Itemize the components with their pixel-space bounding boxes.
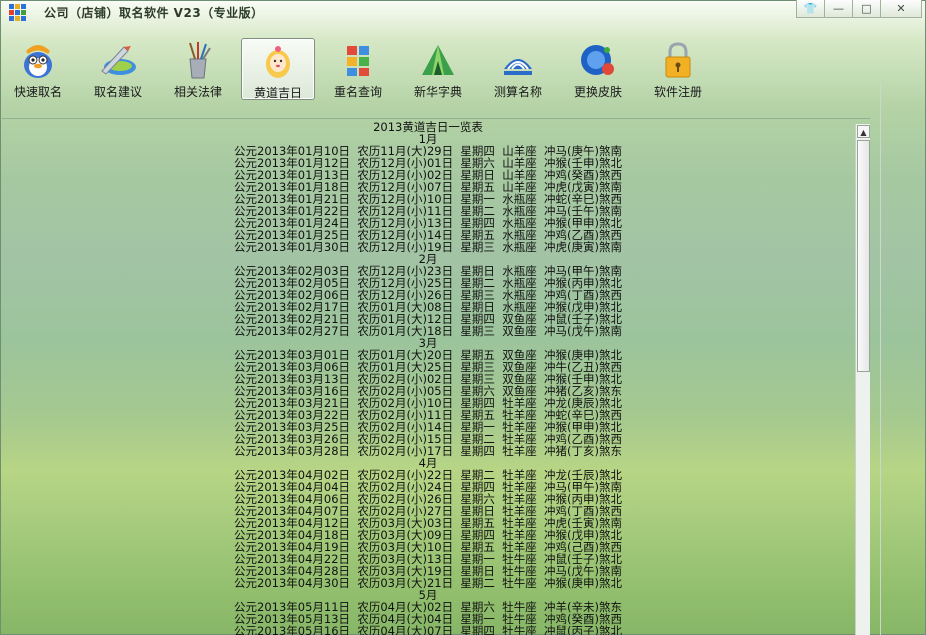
main-toolbar: 快速取名 取名建议 相关法律 黄道吉日 重名查询 新华字典 测算名称 更换皮肤 …	[0, 36, 926, 102]
tool-label: 取名建议	[93, 85, 142, 99]
maximize-icon: □	[861, 2, 872, 15]
auspicious-days-report: 2013黄道吉日一览表 1月 公元2013年01月10日 农历11月(大)29日 …	[2, 121, 854, 635]
tool-quick-naming[interactable]: 快速取名	[2, 38, 74, 100]
maximize-button[interactable]: □	[852, 0, 881, 18]
adidas-logo-icon	[498, 41, 538, 79]
scroll-thumb[interactable]	[857, 140, 870, 372]
pen-disc-icon	[98, 41, 138, 79]
window-controls: 👕 — □ ✕	[796, 0, 922, 18]
tool-label: 重名查询	[333, 85, 382, 99]
skin-shirt-button[interactable]: 👕	[796, 0, 825, 18]
baby-icon	[258, 42, 298, 80]
title-bar[interactable]: 公司（店铺）取名软件 V23（专业版） 👕 — □ ✕	[0, 0, 926, 26]
tool-label: 更换皮肤	[573, 85, 622, 99]
vertical-scrollbar[interactable]: ▲	[855, 124, 870, 635]
app-grid-icon	[9, 4, 26, 21]
tool-xinhua-dictionary[interactable]: 新华字典	[402, 38, 474, 100]
date-row: 公元2013年05月16日 农历04月(大)07日 星期四 牡牛座 冲鼠(丙子)…	[234, 624, 622, 635]
panel-right-divider	[880, 82, 881, 635]
tool-software-registration[interactable]: 软件注册	[642, 38, 714, 100]
tool-label: 新华字典	[413, 85, 462, 99]
lock-icon	[658, 41, 698, 79]
scroll-up-button[interactable]: ▲	[857, 125, 870, 138]
close-button[interactable]: ✕	[880, 0, 922, 18]
close-icon: ✕	[896, 2, 906, 15]
tool-related-law[interactable]: 相关法律	[162, 38, 234, 100]
panel-top-border	[2, 118, 870, 119]
tent-icon	[418, 41, 458, 79]
results-panel[interactable]: 2013黄道吉日一览表 1月 公元2013年01月10日 农历11月(大)29日 …	[2, 121, 870, 635]
up-arrow-icon: ▲	[860, 128, 867, 137]
tool-auspicious-days[interactable]: 黄道吉日	[241, 38, 315, 100]
droplet-icon	[578, 41, 618, 79]
tool-calculate-name[interactable]: 测算名称	[482, 38, 554, 100]
brush-cup-icon	[178, 41, 218, 79]
tool-label: 黄道吉日	[253, 86, 302, 100]
minimize-button[interactable]: —	[824, 0, 853, 18]
tool-duplicate-name-query[interactable]: 重名查询	[322, 38, 394, 100]
window-title: 公司（店铺）取名软件 V23（专业版）	[44, 6, 264, 20]
tool-label: 软件注册	[653, 85, 702, 99]
tool-label: 测算名称	[493, 85, 542, 99]
grid-tiles-icon	[338, 41, 378, 79]
tool-label: 快速取名	[13, 85, 62, 99]
tool-change-skin[interactable]: 更换皮肤	[562, 38, 634, 100]
tool-label: 相关法律	[173, 85, 222, 99]
minimize-icon: —	[833, 2, 844, 15]
tool-naming-advice[interactable]: 取名建议	[82, 38, 154, 100]
penguin-icon	[18, 41, 58, 79]
shirt-icon: 👕	[803, 2, 818, 15]
